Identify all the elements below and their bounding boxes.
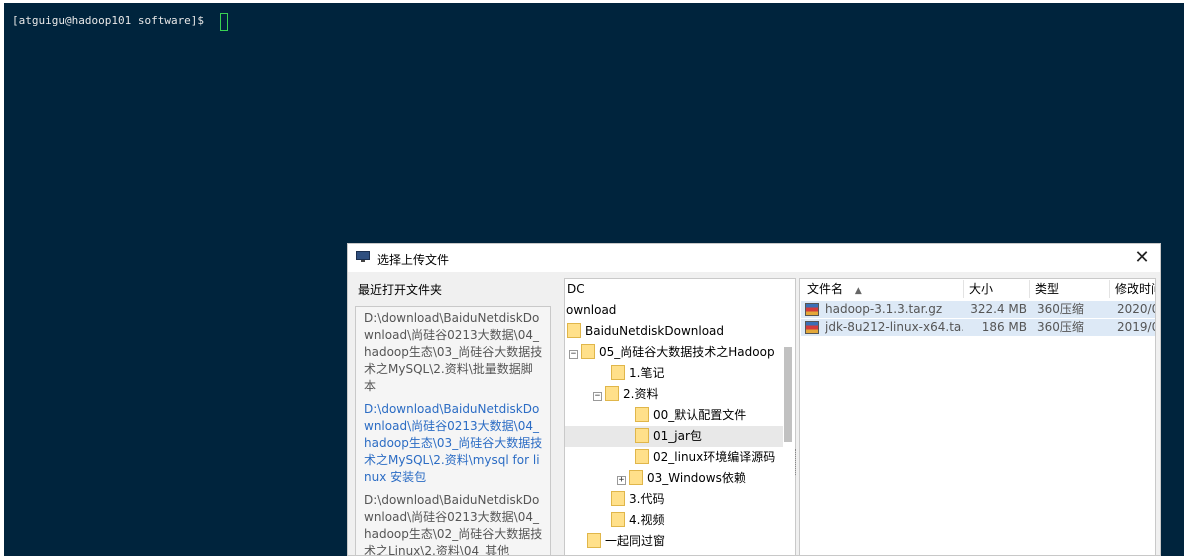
column-header-modified[interactable]: 修改时间 <box>1110 280 1155 298</box>
tree-item-label: 05_尚硅谷大数据技术之Hadoop <box>599 345 775 359</box>
file-size: 186 MB <box>981 320 1027 334</box>
folder-icon <box>611 491 625 506</box>
file-row[interactable]: hadoop-3.1.3.tar.gz 322.4 MB 360压缩 2020/… <box>801 301 1156 318</box>
tree-item[interactable]: ownload <box>566 300 784 321</box>
close-button[interactable]: ✕ <box>1130 246 1154 270</box>
column-header-size[interactable]: 大小 <box>964 280 1030 298</box>
column-header-label: 文件名 <box>807 282 844 296</box>
tree-item-label: 1.笔记 <box>629 366 665 380</box>
file-size: 322.4 MB <box>970 302 1027 316</box>
archive-icon <box>805 303 819 316</box>
terminal-cursor <box>220 13 228 31</box>
recent-folder-item[interactable]: D:\download\BaiduNetdiskDownload\尚硅谷0213… <box>356 489 550 555</box>
monitor-icon <box>356 251 370 262</box>
tree-item[interactable]: − 2.资料 <box>593 384 795 405</box>
tree-item-label: 2.资料 <box>623 387 659 401</box>
tree-item[interactable]: 3.代码 <box>611 489 795 510</box>
file-modified: 2019/0 <box>1117 320 1156 334</box>
recent-folders-label: 最近打开文件夹 <box>358 283 443 297</box>
dialog-title: 选择上传文件 <box>377 253 450 267</box>
column-header-type[interactable]: 类型 <box>1030 280 1110 298</box>
file-type: 360压缩 <box>1037 320 1084 334</box>
tree-item[interactable]: 4.视频 <box>611 510 795 531</box>
tree-item[interactable]: DC <box>567 279 785 300</box>
tree-item-selected[interactable]: 01_jar包 <box>565 426 783 447</box>
dialog-titlebar[interactable]: 选择上传文件 ✕ <box>348 244 1160 272</box>
file-name: hadoop-3.1.3.tar.gz <box>825 302 943 316</box>
folder-icon <box>611 512 625 527</box>
expand-icon[interactable]: + <box>617 476 626 485</box>
folder-tree[interactable]: DC ownload BaiduNetdiskDownload − 05_尚硅谷大… <box>564 278 796 555</box>
collapse-icon[interactable]: − <box>593 392 602 401</box>
folder-icon <box>581 344 595 359</box>
file-type: 360压缩 <box>1037 302 1084 316</box>
file-list[interactable]: 文件名 ▲ 大小 类型 修改时间 hadoop-3.1.3.tar.gz 322… <box>799 278 1156 555</box>
folder-icon <box>635 407 649 422</box>
tree-item-label: 02_linux环境编译源码 <box>653 450 776 464</box>
file-modified: 2020/0 <box>1117 302 1156 316</box>
tree-item[interactable]: 一起同过窗 <box>587 531 795 552</box>
collapse-icon[interactable]: − <box>569 350 578 359</box>
file-row[interactable]: jdk-8u212-linux-x64.ta... 186 MB 360压缩 2… <box>801 319 1156 336</box>
archive-icon <box>805 321 819 334</box>
file-name: jdk-8u212-linux-x64.ta... <box>825 320 963 334</box>
folder-icon <box>635 449 649 464</box>
tree-item-label: BaiduNetdiskDownload <box>585 324 725 338</box>
tree-item[interactable]: 00_默认配置文件 <box>635 405 795 426</box>
column-header-name[interactable]: 文件名 ▲ <box>802 280 964 298</box>
sort-ascending-icon: ▲ <box>854 286 862 296</box>
tree-item-label: 03_Windows依赖 <box>647 471 746 485</box>
tree-item[interactable]: 02_linux环境编译源码 <box>635 447 795 468</box>
folder-icon <box>629 470 643 485</box>
tree-item-label: 一起同过窗 <box>605 534 666 548</box>
tree-item[interactable]: 1.笔记 <box>611 363 795 384</box>
recent-folder-item[interactable]: D:\download\BaiduNetdiskDownload\尚硅谷0213… <box>356 307 550 398</box>
tree-item-label: ownload <box>566 303 617 317</box>
tree-item-label: 00_默认配置文件 <box>653 408 747 422</box>
folder-icon <box>587 533 601 548</box>
terminal-prompt: [atguigu@hadoop101 software]$ <box>12 14 211 27</box>
tree-item-label: 4.视频 <box>629 513 665 527</box>
tree-item[interactable]: − 05_尚硅谷大数据技术之Hadoop <box>569 342 787 363</box>
tree-item-label: DC <box>567 282 585 296</box>
tree-item-label: 01_jar包 <box>653 429 702 443</box>
tree-item-label: 3.代码 <box>629 492 665 506</box>
tree-item[interactable]: BaiduNetdiskDownload <box>567 321 785 342</box>
folder-icon <box>567 323 581 338</box>
recent-folders-list[interactable]: D:\download\BaiduNetdiskDownload\尚硅谷0213… <box>355 306 551 555</box>
folder-icon <box>611 365 625 380</box>
tree-scrollbar[interactable] <box>784 347 792 442</box>
recent-folder-item[interactable]: D:\download\BaiduNetdiskDownload\尚硅谷0213… <box>356 398 550 489</box>
upload-file-dialog: 选择上传文件 ✕ 最近打开文件夹 D:\download\BaiduNetdis… <box>347 243 1161 556</box>
folder-icon <box>605 386 619 401</box>
folder-icon <box>635 428 649 443</box>
tree-item[interactable]: +03_Windows依赖 <box>617 468 795 489</box>
